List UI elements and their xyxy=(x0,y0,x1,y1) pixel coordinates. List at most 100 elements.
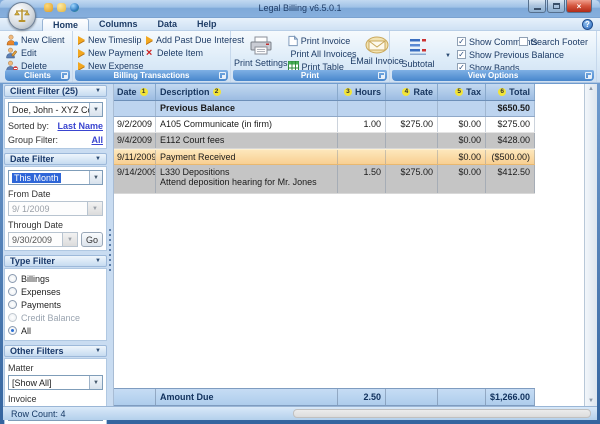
chevron-down-icon: ▼ xyxy=(89,376,102,389)
radio-expenses[interactable]: Expenses xyxy=(8,285,103,298)
maximize-button[interactable] xyxy=(547,0,565,13)
vertical-scrollbar[interactable]: ▲ ▼ xyxy=(584,84,597,406)
column-badge: 2 xyxy=(213,88,221,96)
radio-all[interactable]: All xyxy=(8,324,103,337)
tab-help[interactable]: Help xyxy=(187,18,227,31)
row-description: L330 Depositions xyxy=(160,167,337,177)
search-footer-checkbox[interactable]: Search Footer xyxy=(519,35,588,48)
radio-payments[interactable]: Payments xyxy=(8,298,103,311)
ribbon: New Client Edit Delete Clients xyxy=(0,31,600,83)
table-row[interactable]: 9/4/2009 E112 Court fees $0.00 $428.00 xyxy=(114,133,535,149)
type-filter-header[interactable]: Type Filter ▼ xyxy=(4,255,107,267)
group-filter-link[interactable]: All xyxy=(91,135,103,145)
sorted-by-link[interactable]: Last Name xyxy=(57,121,103,131)
edit-client-button[interactable]: Edit xyxy=(6,46,70,59)
column-badge: 6 xyxy=(498,88,506,96)
group-caption-print: Print xyxy=(233,70,387,81)
close-button[interactable]: × xyxy=(566,0,592,13)
dialog-launcher-icon[interactable] xyxy=(219,72,226,79)
matter-select[interactable]: [Show All] ▼ xyxy=(8,375,103,390)
radio-all-label: All xyxy=(21,326,31,336)
from-date-value: 9/ 1/2009 xyxy=(12,204,50,214)
horizontal-scrollbar[interactable] xyxy=(293,409,591,418)
new-client-button[interactable]: New Client xyxy=(6,33,70,46)
column-badge: 4 xyxy=(402,88,410,96)
radio-credit-balance: Credit Balance xyxy=(8,311,103,324)
delete-item-button[interactable]: × Delete Item xyxy=(144,46,244,59)
help-icon[interactable]: ? xyxy=(582,19,593,30)
scroll-up-icon[interactable]: ▲ xyxy=(588,86,594,92)
group-filter-label: Group Filter: xyxy=(8,135,58,145)
minimize-button[interactable] xyxy=(528,0,546,13)
column-header-tax[interactable]: 5Tax xyxy=(438,84,486,100)
new-payment-button[interactable]: New Payment xyxy=(76,46,144,59)
column-header-date[interactable]: Date1 xyxy=(114,84,156,100)
table-row[interactable]: 9/14/2009 L330 Depositions Attend deposi… xyxy=(114,165,535,194)
client-filter-header[interactable]: Client Filter (25) ▼ xyxy=(4,85,107,97)
checkbox-checked-icon: ✓ xyxy=(457,37,466,46)
calendar-picker-icon[interactable]: ▼ xyxy=(87,202,102,215)
new-timeslip-button[interactable]: New Timeslip xyxy=(76,33,144,46)
table-row-payment[interactable]: 9/11/2009 Payment Received $0.00 ($500.0… xyxy=(114,149,535,165)
calendar-picker-icon[interactable]: ▼ xyxy=(62,233,77,246)
column-header-total[interactable]: 6Total xyxy=(486,84,535,100)
table-row[interactable]: 9/2/2009 A105 Communicate (in firm) 1.00… xyxy=(114,117,535,133)
tab-home[interactable]: Home xyxy=(42,18,89,31)
column-badge: 3 xyxy=(344,88,352,96)
show-previous-balance-label: Show Previous Balance xyxy=(469,50,564,60)
go-button[interactable]: Go xyxy=(81,232,103,247)
quick-access-icon-1[interactable] xyxy=(44,3,53,12)
search-footer-label: Search Footer xyxy=(531,37,588,47)
date-filter-panel: This Month ▼ From Date 9/ 1/2009 ▼ Throu… xyxy=(4,166,107,251)
dialog-launcher-icon[interactable] xyxy=(378,72,385,79)
splitter-grip-icon xyxy=(109,229,111,273)
through-date-input[interactable]: 9/30/2009 ▼ xyxy=(8,232,78,247)
show-previous-balance-checkbox[interactable]: ✓ Show Previous Balance xyxy=(457,48,564,61)
date-filter-header[interactable]: Date Filter ▼ xyxy=(4,153,107,165)
radio-icon xyxy=(8,313,17,322)
new-payment-label: New Payment xyxy=(88,48,144,58)
radio-billings[interactable]: Billings xyxy=(8,272,103,285)
from-date-input[interactable]: 9/ 1/2009 ▼ xyxy=(8,201,103,216)
billing-grid: Date1 Description2 3Hours 4Rate 5Tax 6To… xyxy=(113,84,584,406)
table-row-previous-balance[interactable]: Previous Balance $650.50 xyxy=(114,101,535,117)
grid-footer-amount-due: Amount Due 2.50 $1,266.00 xyxy=(114,388,535,406)
sorted-by-label: Sorted by: xyxy=(8,121,49,131)
column-header-description[interactable]: Description2 xyxy=(156,84,338,100)
quick-access-icon-2[interactable] xyxy=(57,3,66,12)
print-invoice-button[interactable]: Print Invoice xyxy=(288,34,351,47)
tab-data[interactable]: Data xyxy=(148,18,188,31)
payment-arrow-icon xyxy=(78,49,85,57)
dialog-launcher-icon[interactable] xyxy=(585,72,592,79)
add-past-due-interest-button[interactable]: Add Past Due Interest xyxy=(144,33,244,46)
amount-due-total: $1,266.00 xyxy=(486,389,535,405)
column-badge: 5 xyxy=(455,88,463,96)
scales-of-justice-icon xyxy=(13,7,31,25)
ribbon-group-view-options: Subtotal ▼ ✓ Show Comments ✓ Show Previo… xyxy=(390,31,597,82)
tab-columns[interactable]: Columns xyxy=(89,18,148,31)
print-all-invoices-button[interactable]: Print All Invoices xyxy=(288,47,351,60)
subtotal-button[interactable]: Subtotal xyxy=(393,34,443,69)
ribbon-tab-bar: Home Columns Data Help ? xyxy=(0,18,600,31)
client-select[interactable]: Doe, John - XYZ Corporation ▼ xyxy=(8,102,103,117)
new-expense-label: New Expense xyxy=(88,61,144,71)
group-caption-billing: Billing Transactions xyxy=(75,70,228,81)
client-filter-title: Client Filter (25) xyxy=(10,86,78,96)
chevron-down-icon: ▼ xyxy=(89,171,102,184)
app-menu-button[interactable] xyxy=(8,2,36,30)
other-filters-header[interactable]: Other Filters ▼ xyxy=(4,345,107,357)
print-settings-button[interactable]: Print Settings xyxy=(234,33,288,70)
quick-access-icon-3[interactable] xyxy=(70,3,79,12)
printer-icon xyxy=(249,36,273,56)
timeslip-arrow-icon xyxy=(78,36,85,44)
window-controls: × xyxy=(528,0,592,13)
subtotal-dropdown-icon[interactable]: ▼ xyxy=(445,53,451,59)
scroll-down-icon[interactable]: ▼ xyxy=(588,398,594,404)
envelope-icon xyxy=(365,36,389,54)
radio-expenses-label: Expenses xyxy=(21,287,61,297)
checkbox-checked-icon: ✓ xyxy=(457,50,466,59)
date-range-select[interactable]: This Month ▼ xyxy=(8,170,103,185)
column-header-rate[interactable]: 4Rate xyxy=(386,84,438,100)
dialog-launcher-icon[interactable] xyxy=(61,72,68,79)
column-header-hours[interactable]: 3Hours xyxy=(338,84,386,100)
